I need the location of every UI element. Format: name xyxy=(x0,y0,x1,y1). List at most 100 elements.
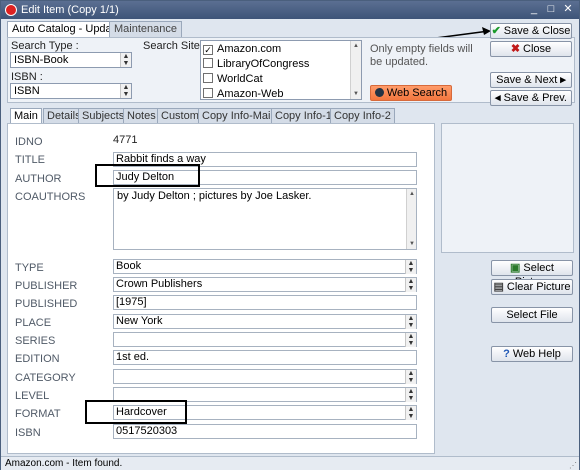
clear-picture-label: Clear Picture xyxy=(506,281,571,293)
site-item-amazon[interactable]: ✓ Amazon.com xyxy=(203,42,281,57)
site-name: WorldCat xyxy=(217,73,263,85)
web-help-button[interactable]: ? Web Help xyxy=(491,346,573,362)
web-search-label: Web Search xyxy=(386,87,448,99)
search-type-value: ISBN-Book xyxy=(14,54,69,66)
checkmark-icon: ✔ xyxy=(491,25,501,37)
spin-arrows-icon: ▲ ▼ xyxy=(405,278,416,292)
tab-maintenance[interactable]: Maintenance xyxy=(109,21,182,37)
save-prev-label: Save & Prev. xyxy=(503,92,567,104)
checkbox-icon[interactable] xyxy=(203,58,213,68)
picture-box xyxy=(441,123,574,253)
published-label: PUBLISHED xyxy=(15,298,78,310)
site-item-amazon-web[interactable]: Amazon-Web xyxy=(203,87,284,100)
window-title: Edit Item (Copy 1/1) xyxy=(21,4,119,16)
app-icon xyxy=(5,4,17,16)
search-site-label: Search Site : xyxy=(143,40,206,52)
scroll-up-icon[interactable]: ▲ xyxy=(351,41,361,51)
search-site-list[interactable]: ✓ Amazon.com LibraryOfCongress WorldCat A… xyxy=(200,40,362,100)
coauthors-value: by Judy Delton ; pictures by Joe Lasker. xyxy=(117,190,312,202)
site-list-scrollbar[interactable]: ▲ ▼ xyxy=(350,41,361,99)
update-note: Only empty fields will be updated. xyxy=(370,43,473,68)
isbn-search-value: ISBN xyxy=(14,85,40,97)
select-picture-button[interactable]: ▣Select Picture xyxy=(491,260,573,288)
spin-arrows-icon: ▲ ▼ xyxy=(405,333,416,347)
type-select[interactable]: Book ▲ ▼ xyxy=(113,259,417,274)
type-value: Book xyxy=(116,260,142,272)
resize-grip-icon[interactable]: ⋰ xyxy=(567,459,577,470)
idno-value: 4771 xyxy=(113,134,138,146)
coauthors-scrollbar[interactable]: ▲ ▼ xyxy=(406,189,416,249)
web-search-button[interactable]: Web Search xyxy=(370,85,452,101)
close-window-button[interactable]: ✕ xyxy=(561,3,575,17)
spin-arrows-icon: ▲ ▼ xyxy=(120,84,131,98)
published-field[interactable]: [1975] xyxy=(113,295,417,310)
isbn-search-select[interactable]: ISBN ▲ ▼ xyxy=(10,83,132,99)
status-bar: Amazon.com - Item found. ⋰ xyxy=(1,456,579,470)
checkbox-icon[interactable] xyxy=(203,88,213,98)
title-label: TITLE xyxy=(15,154,45,166)
coauthors-label: COAUTHORS xyxy=(15,191,86,203)
edition-label: EDITION xyxy=(15,353,60,365)
site-name: Amazon-Web xyxy=(217,88,284,100)
place-select[interactable]: New York ▲ ▼ xyxy=(113,314,417,329)
globe-icon xyxy=(374,88,384,97)
publisher-select[interactable]: Crown Publishers ▲ ▼ xyxy=(113,277,417,292)
spin-arrows-icon: ▲ ▼ xyxy=(405,260,416,274)
save-next-button[interactable]: Save & Next ▸ xyxy=(490,72,572,88)
scroll-down-icon[interactable]: ▼ xyxy=(407,239,417,249)
format-highlight-box xyxy=(85,400,187,424)
coauthors-field[interactable]: by Judy Delton ; pictures by Joe Lasker.… xyxy=(113,188,417,250)
author-label: AUTHOR xyxy=(15,173,62,185)
save-next-label: Save & Next xyxy=(496,74,558,86)
spin-arrows-icon: ▲ ▼ xyxy=(120,53,131,67)
isbn-label: ISBN xyxy=(15,427,41,439)
select-file-button[interactable]: Select File xyxy=(491,307,573,323)
scroll-down-icon[interactable]: ▼ xyxy=(351,89,361,99)
spin-arrows-icon: ▲ ▼ xyxy=(405,388,416,402)
site-item-libraryofcongress[interactable]: LibraryOfCongress xyxy=(203,57,309,72)
save-prev-button[interactable]: ◂ Save & Prev. xyxy=(490,90,572,106)
trash-icon: ▤ xyxy=(493,281,504,293)
picture-icon: ▣ xyxy=(510,262,521,274)
search-type-select[interactable]: ISBN-Book ▲ ▼ xyxy=(10,52,132,68)
spin-arrows-icon: ▲ ▼ xyxy=(405,406,416,420)
edition-field[interactable]: 1st ed. xyxy=(113,350,417,365)
save-close-button[interactable]: ✔ Save & Close xyxy=(490,23,572,39)
author-highlight-box xyxy=(95,164,200,187)
tab-custom[interactable]: Custom xyxy=(157,108,203,123)
x-icon: ✖ xyxy=(510,43,521,55)
close-label: Close xyxy=(523,43,552,55)
tab-notes[interactable]: Notes xyxy=(123,108,160,123)
maximize-button[interactable]: □ xyxy=(544,3,558,17)
site-name: LibraryOfCongress xyxy=(217,58,310,70)
series-label: SERIES xyxy=(15,335,56,347)
isbn-field[interactable]: 0517520303 xyxy=(113,424,417,439)
close-button[interactable]: ✖ Close xyxy=(490,41,572,57)
tab-subjects[interactable]: Subjects xyxy=(78,108,129,123)
place-value: New York xyxy=(116,315,163,327)
minimize-button[interactable]: _ xyxy=(527,3,541,17)
tab-copy-info-main[interactable]: Copy Info-Main xyxy=(198,108,281,123)
format-label: FORMAT xyxy=(15,408,61,420)
isbn-search-label: ISBN : xyxy=(11,71,43,83)
spin-arrows-icon: ▲ ▼ xyxy=(405,370,416,384)
scroll-up-icon[interactable]: ▲ xyxy=(407,189,417,199)
site-item-worldcat[interactable]: WorldCat xyxy=(203,72,263,87)
tab-copy-info-2[interactable]: Copy Info-2 xyxy=(330,108,395,123)
site-name: Amazon.com xyxy=(217,43,282,55)
type-label: TYPE xyxy=(15,262,44,274)
next-arrow-icon: ▸ xyxy=(560,74,566,86)
publisher-label: PUBLISHER xyxy=(15,280,78,292)
checkbox-checked-icon[interactable]: ✓ xyxy=(203,45,213,55)
save-close-label: Save & Close xyxy=(503,25,571,37)
category-select[interactable]: ▲ ▼ xyxy=(113,369,417,384)
web-help-label: Web Help xyxy=(512,348,561,360)
question-icon: ? xyxy=(503,348,510,360)
series-select[interactable]: ▲ ▼ xyxy=(113,332,417,347)
checkbox-icon[interactable] xyxy=(203,73,213,83)
place-label: PLACE xyxy=(15,317,52,329)
tab-main[interactable]: Main xyxy=(10,108,42,124)
clear-picture-button[interactable]: ▤ Clear Picture xyxy=(491,279,573,295)
prev-arrow-icon: ◂ xyxy=(495,92,501,104)
tab-copy-info-1[interactable]: Copy Info-1 xyxy=(271,108,336,123)
